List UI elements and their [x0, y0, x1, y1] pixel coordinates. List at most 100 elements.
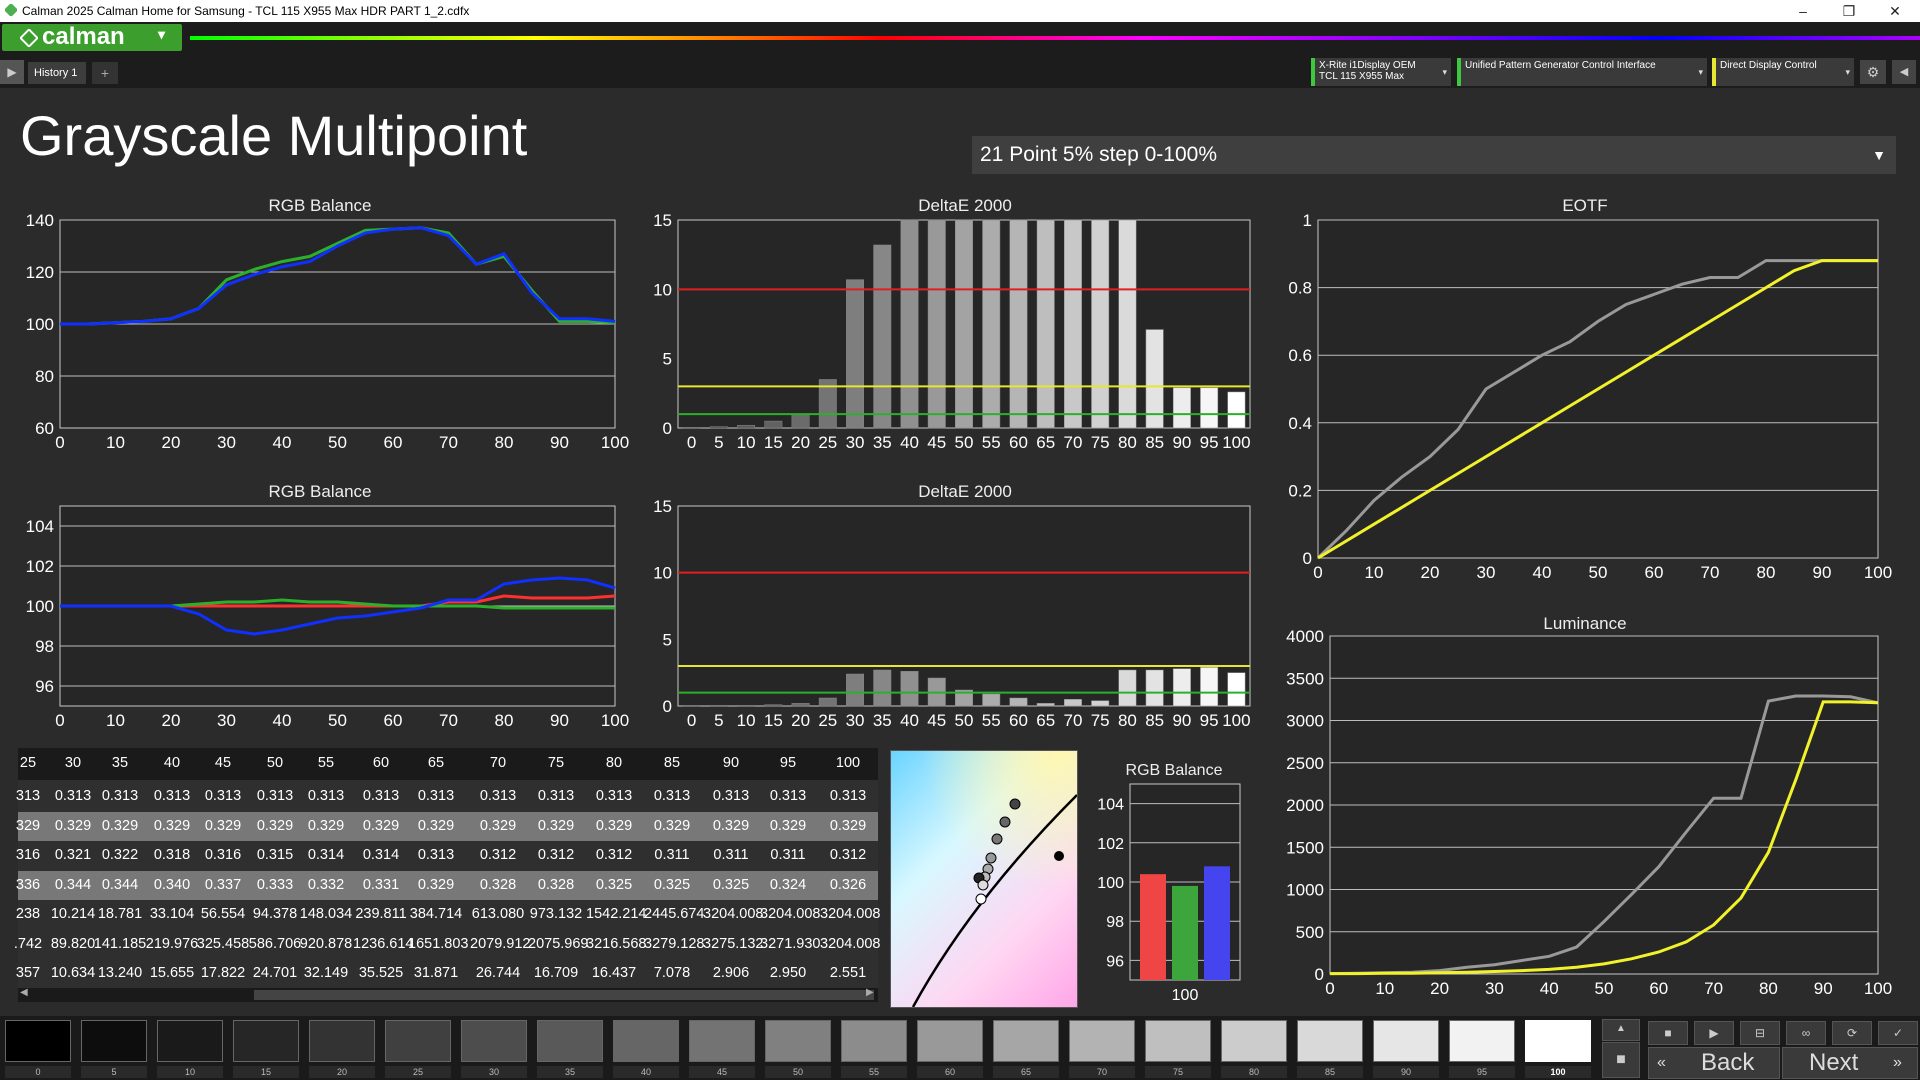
- patch-swatch-75[interactable]: [1145, 1020, 1211, 1062]
- patch-swatch-20[interactable]: [309, 1020, 375, 1062]
- window-titlebar: Calman 2025 Calman Home for Samsung - TC…: [0, 0, 1920, 22]
- x-tick-label: 70: [1063, 711, 1082, 730]
- display-selector[interactable]: Direct Display Control ▾: [1712, 58, 1854, 86]
- refresh-icon[interactable]: ⟳: [1832, 1021, 1872, 1045]
- x-tick-label: 20: [1430, 979, 1449, 998]
- patch-swatch-95[interactable]: [1449, 1020, 1515, 1062]
- table-cell: 1542.214: [586, 906, 647, 922]
- table-cell: 0.326: [829, 876, 867, 893]
- x-tick-label: 100: [1864, 979, 1892, 998]
- table-cell: 0.313: [417, 847, 455, 863]
- patch-swatch-90[interactable]: [1373, 1020, 1439, 1062]
- x-tick-label: 100: [601, 711, 629, 730]
- table-cell: 0.313: [417, 788, 455, 804]
- patch-swatch-80[interactable]: [1221, 1020, 1287, 1062]
- table-cell: 3204.008: [820, 906, 881, 922]
- chevron-up-icon[interactable]: ▲: [1602, 1019, 1640, 1041]
- y-tick-label: 104: [26, 517, 54, 536]
- continuous-read-icon[interactable]: ⊟: [1740, 1021, 1780, 1045]
- settings-gear-icon[interactable]: ⚙: [1860, 60, 1886, 84]
- table-cell: 7.078: [653, 965, 691, 981]
- table-row: 238 10.214 18.781 33.104 56.554 94.378 148.034…: [16, 900, 881, 929]
- table-cell: 920.878: [299, 935, 353, 952]
- y-tick-label: 500: [1296, 923, 1324, 942]
- tab-history-1[interactable]: History 1: [28, 62, 86, 84]
- x-tick-label: 70: [1063, 433, 1082, 452]
- x-tick-label: 80: [495, 433, 514, 452]
- table-cell: 16.437: [591, 965, 637, 981]
- patch-swatch-65[interactable]: [993, 1020, 1059, 1062]
- patch-swatch-55[interactable]: [841, 1020, 907, 1062]
- table-cell: 0.332: [307, 876, 345, 893]
- generator-selector[interactable]: Unified Pattern Generator Control Interf…: [1457, 58, 1707, 86]
- x-tick-label: 30: [846, 433, 865, 452]
- table-cell: 2445.674: [644, 906, 705, 922]
- next-button[interactable]: Next »: [1782, 1047, 1918, 1079]
- table-cell: 586.706: [248, 935, 302, 952]
- table-cell: 2075.969: [528, 935, 589, 952]
- play-workflow-icon[interactable]: ▶: [0, 60, 24, 84]
- patch-swatch-15[interactable]: [233, 1020, 299, 1062]
- table-cell: 0.313: [712, 788, 750, 804]
- y-tick-label: 15: [653, 497, 672, 516]
- table-cell: 26.744: [475, 965, 521, 981]
- table-scrollbar[interactable]: ◀ ▶: [18, 987, 878, 1002]
- scroll-left-icon[interactable]: ◀: [20, 987, 28, 998]
- maximize-button[interactable]: ❐: [1826, 0, 1872, 22]
- patch-swatch-0[interactable]: [5, 1020, 71, 1062]
- eotf-chart: 00.20.40.60.810 10 20 30 40 50 60 70 80 90 100: [1288, 211, 1892, 582]
- patch-swatch-35[interactable]: [537, 1020, 603, 1062]
- table-cell: 0.325: [712, 876, 750, 893]
- patch-swatch-40[interactable]: [613, 1020, 679, 1062]
- patch-label: 45: [689, 1066, 755, 1078]
- y-tick-label: 100: [26, 315, 54, 334]
- scroll-right-icon[interactable]: ▶: [866, 987, 874, 998]
- patch-swatch-25[interactable]: [385, 1020, 451, 1062]
- rgb-bar: [1140, 874, 1166, 980]
- close-button[interactable]: ✕: [1872, 0, 1918, 22]
- scrollbar-thumb[interactable]: [254, 990, 874, 1000]
- table-cell: 2.551: [829, 965, 867, 981]
- meter-selector[interactable]: X-Rite i1Display OEM TCL 115 X955 Max ▾: [1311, 58, 1451, 86]
- x-tick-label: 80: [1118, 711, 1137, 730]
- patch-swatch-10[interactable]: [157, 1020, 223, 1062]
- luminance-chart: 0 500 1000 1500 2000 2500 3000 3500 4000 0 10 20 30 4…: [1286, 628, 1892, 998]
- patch-swatch-30[interactable]: [461, 1020, 527, 1062]
- app-logo-button[interactable]: calman ▾: [2, 23, 182, 51]
- minimize-button[interactable]: –: [1780, 0, 1826, 22]
- rgb-bar: [1204, 866, 1230, 980]
- patch-swatch-5[interactable]: [81, 1020, 147, 1062]
- play-icon[interactable]: ▶: [1694, 1021, 1734, 1045]
- x-tick-label: 60: [384, 433, 403, 452]
- patch-label: 20: [309, 1066, 375, 1078]
- table-cell: 18.781: [97, 906, 143, 922]
- patch-label: 50: [765, 1066, 831, 1078]
- patch-swatch-45[interactable]: [689, 1020, 755, 1062]
- x-tick-label: 70: [1701, 563, 1720, 582]
- stop-square-icon[interactable]: ■: [1602, 1042, 1640, 1078]
- check-icon[interactable]: ✓: [1878, 1021, 1918, 1045]
- table-cell: 0.313: [595, 788, 633, 804]
- rgb-balance-small-chart: 96 98 100 102 104 100: [1097, 783, 1241, 1004]
- collapse-panel-icon[interactable]: ◀: [1892, 60, 1916, 84]
- x-tick-label: 40: [900, 711, 919, 730]
- x-tick-label: 30: [1477, 563, 1496, 582]
- patch-swatch-100[interactable]: [1525, 1020, 1591, 1062]
- patch-swatch-70[interactable]: [1069, 1020, 1135, 1062]
- table-cell: 0.311: [713, 847, 749, 863]
- patch-swatch-50[interactable]: [765, 1020, 831, 1062]
- preset-dropdown[interactable]: 21 Point 5% step 0-100% ▼: [972, 136, 1896, 174]
- table-cell: 0.313: [537, 788, 575, 804]
- y-tick-label: 98: [1106, 914, 1124, 931]
- patch-swatch-60[interactable]: [917, 1020, 983, 1062]
- back-button[interactable]: « Back: [1648, 1047, 1780, 1079]
- loop-icon[interactable]: ∞: [1786, 1021, 1826, 1045]
- patch-label: 100: [1525, 1066, 1591, 1078]
- table-cell: 3275.132: [703, 935, 764, 952]
- y-tick-label: 0.8: [1288, 279, 1312, 298]
- add-tab-icon[interactable]: +: [92, 62, 118, 84]
- patch-swatch-85[interactable]: [1297, 1020, 1363, 1062]
- patch-label: 90: [1373, 1066, 1439, 1078]
- x-tick-label: 70: [439, 711, 458, 730]
- stop-icon[interactable]: ■: [1648, 1021, 1688, 1045]
